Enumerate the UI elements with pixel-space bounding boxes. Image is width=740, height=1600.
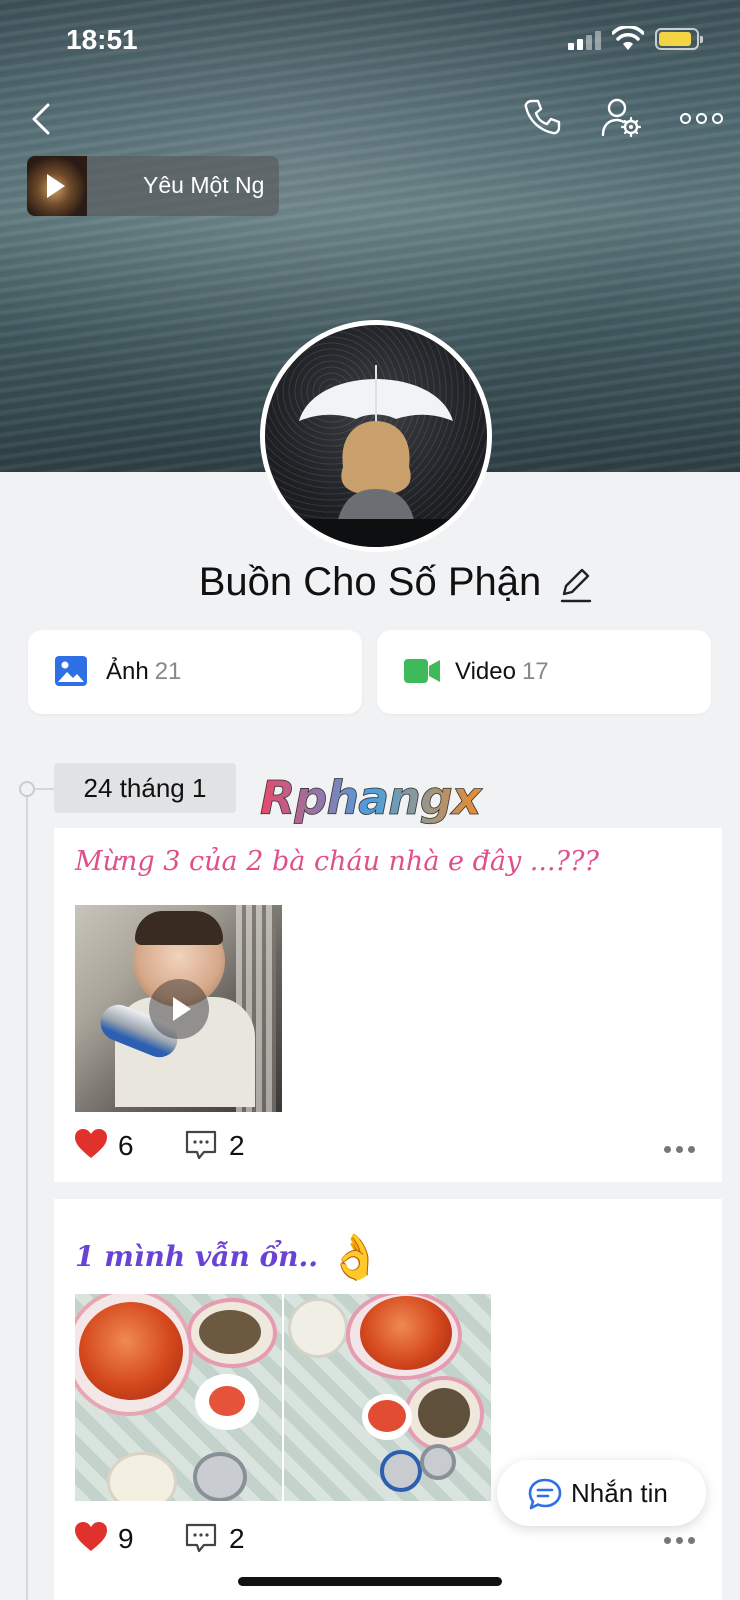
music-player[interactable]: Yêu Một Ng bbox=[27, 156, 279, 216]
videos-count: 17 bbox=[521, 658, 549, 685]
phone-icon[interactable] bbox=[522, 97, 562, 137]
status-time: 18:51 bbox=[66, 24, 138, 55]
timeline-post[interactable]: 1 mình vẫn ổn.. 👌 9 2 bbox=[54, 1199, 722, 1600]
chat-icon bbox=[528, 1478, 562, 1510]
heart-icon[interactable] bbox=[74, 1128, 108, 1160]
edit-icon[interactable] bbox=[558, 564, 594, 604]
profile-name-row: Buồn Cho Số Phận bbox=[0, 560, 740, 605]
photos-label: Ảnh bbox=[106, 658, 149, 685]
svg-text:Rphangx: Rphangx bbox=[260, 771, 483, 825]
timeline-date: 24 tháng 1 bbox=[54, 763, 236, 813]
comment-count: 2 bbox=[229, 1523, 245, 1554]
play-icon[interactable] bbox=[149, 979, 209, 1039]
timeline-line bbox=[26, 788, 28, 1600]
timeline-post[interactable]: Mừng 3 của 2 bà cháu nhà e đây ...??? 6 … bbox=[54, 828, 722, 1182]
timeline-connector bbox=[35, 788, 55, 790]
battery-icon bbox=[655, 28, 703, 50]
avatar[interactable] bbox=[260, 320, 492, 552]
comment-icon[interactable] bbox=[184, 1521, 218, 1555]
message-button[interactable]: Nhắn tin bbox=[497, 1460, 706, 1526]
watermark-logo: Rphangx bbox=[260, 771, 485, 826]
photos-count: 21 bbox=[154, 658, 182, 685]
avatar-image bbox=[265, 365, 487, 547]
play-icon[interactable] bbox=[47, 174, 65, 198]
more-icon[interactable] bbox=[680, 113, 724, 125]
post-photo[interactable] bbox=[75, 1294, 282, 1501]
music-title: Yêu Một Ng bbox=[143, 172, 265, 198]
post-more-icon[interactable] bbox=[664, 1146, 696, 1154]
post-more-icon[interactable] bbox=[664, 1537, 696, 1545]
videos-label: Video bbox=[455, 658, 516, 685]
back-icon[interactable] bbox=[24, 99, 64, 139]
like-count: 6 bbox=[118, 1130, 134, 1161]
heart-icon[interactable] bbox=[74, 1521, 108, 1553]
comment-count: 2 bbox=[229, 1130, 245, 1161]
photo-icon bbox=[55, 656, 87, 686]
comment-icon[interactable] bbox=[184, 1128, 218, 1162]
signal-icon bbox=[568, 30, 604, 50]
profile-name: Buồn Cho Số Phận bbox=[198, 560, 542, 604]
status-bar: 18:51 bbox=[0, 0, 740, 80]
like-count: 9 bbox=[118, 1523, 134, 1554]
user-settings-icon[interactable] bbox=[600, 97, 644, 139]
post-video-thumbnail[interactable] bbox=[75, 905, 282, 1112]
post-photo[interactable] bbox=[284, 1294, 491, 1501]
video-icon bbox=[404, 659, 440, 683]
ok-hand-emoji: 👌 bbox=[327, 1232, 383, 1283]
timeline-dot bbox=[19, 781, 35, 797]
top-nav bbox=[0, 95, 740, 145]
wifi-icon bbox=[612, 26, 644, 50]
message-button-label: Nhắn tin bbox=[571, 1478, 668, 1508]
post-caption: Mừng 3 của 2 bà cháu nhà e đây ...??? bbox=[75, 846, 599, 877]
home-indicator[interactable] bbox=[238, 1577, 502, 1586]
photos-card[interactable]: Ảnh 21 bbox=[28, 630, 362, 714]
post-caption: 1 mình vẫn ổn.. bbox=[75, 1240, 319, 1273]
videos-card[interactable]: Video 17 bbox=[377, 630, 711, 714]
